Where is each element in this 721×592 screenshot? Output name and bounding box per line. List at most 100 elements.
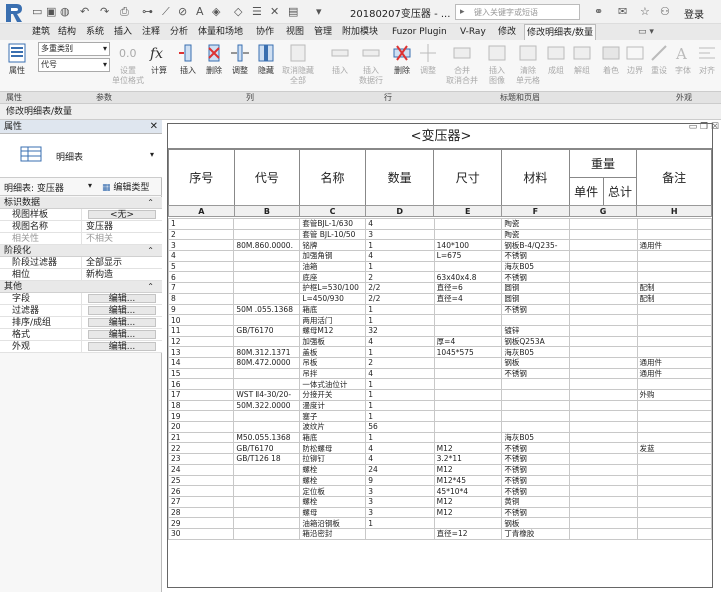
cell-code[interactable] bbox=[233, 250, 301, 262]
cell-seq[interactable]: 23 bbox=[168, 453, 235, 465]
sorting-edit-button[interactable]: 编辑... bbox=[88, 318, 156, 328]
header-code[interactable]: 代号 bbox=[233, 149, 301, 206]
cell-qty[interactable]: 1 bbox=[365, 314, 435, 326]
cell-material[interactable]: 圆钢 bbox=[501, 282, 571, 294]
cell-seq[interactable]: 28 bbox=[168, 506, 235, 519]
cell-material[interactable]: 不锈钢 bbox=[501, 250, 571, 262]
resize-column-button[interactable]: 调整 bbox=[228, 42, 252, 76]
tab-view[interactable]: 视图 bbox=[284, 24, 306, 40]
cell-name[interactable]: 铭牌 bbox=[299, 239, 367, 252]
resize-row-button[interactable]: 调整 bbox=[416, 42, 440, 76]
cell-name[interactable]: 螺栓 bbox=[299, 474, 367, 487]
cell-code[interactable] bbox=[233, 228, 301, 241]
schedule-title[interactable]: <变压器> bbox=[168, 124, 712, 149]
cell-name[interactable]: 一体式油位计 bbox=[299, 378, 367, 390]
cell-size[interactable]: 直径=12 bbox=[433, 527, 503, 540]
cell-qty[interactable]: 3 bbox=[365, 495, 435, 508]
cell-weight[interactable] bbox=[569, 453, 638, 465]
cell-weight[interactable] bbox=[569, 218, 638, 230]
cell-material[interactable]: 不锈钢 bbox=[501, 463, 571, 476]
cell-code[interactable] bbox=[233, 292, 301, 305]
tag-icon[interactable]: ⊘ bbox=[178, 5, 187, 18]
column-letter[interactable]: G bbox=[568, 205, 638, 217]
cell-weight[interactable] bbox=[569, 346, 638, 358]
cell-name[interactable]: 套管BJL-1/630 bbox=[299, 218, 367, 230]
properties-button[interactable]: 属性 bbox=[2, 42, 32, 76]
cell-size[interactable] bbox=[433, 228, 503, 241]
cell-code[interactable] bbox=[233, 527, 301, 540]
cell-weight[interactable] bbox=[569, 367, 638, 380]
cell-qty[interactable]: 1 bbox=[365, 346, 435, 358]
cell-name[interactable]: 防松螺母 bbox=[299, 442, 367, 455]
cell-code[interactable]: GB/T6170 bbox=[233, 442, 301, 455]
header-weight[interactable]: 重量 bbox=[568, 149, 638, 178]
cell-code[interactable]: 80M.312.1371 bbox=[233, 346, 301, 358]
cell-size[interactable] bbox=[433, 324, 503, 337]
tab-massing-site[interactable]: 体量和场地 bbox=[196, 24, 245, 40]
cell-weight[interactable] bbox=[569, 356, 638, 369]
tab-analyze[interactable]: 分析 bbox=[168, 24, 190, 40]
cell-material[interactable]: 不锈钢 bbox=[501, 303, 571, 316]
cell-name[interactable]: 箱底 bbox=[299, 431, 367, 444]
cell-qty[interactable]: 2/2 bbox=[365, 292, 435, 305]
cell-note[interactable] bbox=[636, 431, 712, 444]
cell-qty[interactable]: 4 bbox=[365, 335, 435, 348]
cell-size[interactable]: M12*45 bbox=[433, 474, 503, 487]
appearance-edit-button[interactable]: 编辑... bbox=[88, 342, 156, 352]
cell-code[interactable] bbox=[233, 421, 301, 433]
header-name[interactable]: 名称 bbox=[299, 149, 366, 206]
cell-note[interactable]: 配制 bbox=[636, 282, 712, 294]
cell-name[interactable]: 螺母M12 bbox=[299, 324, 367, 337]
sync-icon[interactable]: ◍ bbox=[60, 5, 70, 18]
insert-data-row-button[interactable]: 插入 数据行 bbox=[356, 42, 386, 86]
cell-weight[interactable] bbox=[569, 399, 638, 412]
column-letter[interactable]: A bbox=[168, 205, 235, 217]
cell-size[interactable] bbox=[433, 356, 503, 369]
header-size[interactable]: 尺寸 bbox=[433, 149, 503, 206]
cell-seq[interactable]: 17 bbox=[168, 389, 235, 401]
instance-selector[interactable]: 明细表: 变压器 bbox=[4, 181, 64, 194]
cell-name[interactable]: 箱底 bbox=[299, 303, 367, 316]
cell-weight[interactable] bbox=[569, 442, 638, 455]
header-seq[interactable]: 序号 bbox=[168, 149, 235, 206]
cell-qty[interactable]: 1 bbox=[365, 239, 435, 252]
fields-edit-button[interactable]: 编辑... bbox=[88, 294, 156, 304]
cell-qty[interactable]: 1 bbox=[365, 378, 435, 390]
cell-size[interactable] bbox=[433, 421, 503, 433]
cell-seq[interactable]: 25 bbox=[168, 474, 235, 487]
cell-weight[interactable] bbox=[569, 431, 638, 444]
cell-weight[interactable] bbox=[569, 527, 638, 540]
cell-note[interactable] bbox=[636, 218, 712, 230]
switch-windows-icon[interactable]: ▤ bbox=[288, 5, 298, 18]
undo-icon[interactable]: ↶ bbox=[80, 5, 89, 18]
open-icon[interactable]: ▭ bbox=[32, 5, 42, 18]
cell-seq[interactable]: 1 bbox=[168, 218, 235, 230]
save-icon[interactable]: ▣ bbox=[46, 5, 56, 18]
cell-material[interactable]: 不锈钢 bbox=[501, 453, 571, 465]
cell-size[interactable] bbox=[433, 303, 503, 316]
cell-seq[interactable]: 16 bbox=[168, 378, 235, 390]
cell-material[interactable]: 丁青橡胶 bbox=[501, 527, 571, 540]
chevron-down-icon[interactable]: ▾ bbox=[150, 150, 154, 159]
cell-note[interactable] bbox=[636, 228, 712, 241]
cell-name[interactable]: 两用活门 bbox=[299, 314, 367, 326]
cell-name[interactable]: 护框L=530/100 bbox=[299, 282, 367, 294]
cell-weight[interactable] bbox=[569, 485, 638, 497]
cell-qty[interactable]: 3 bbox=[365, 506, 435, 519]
cell-seq[interactable]: 15 bbox=[168, 367, 235, 380]
chevron-down-icon[interactable]: ▾ bbox=[88, 181, 92, 190]
tab-insert[interactable]: 插入 bbox=[112, 24, 134, 40]
cell-note[interactable] bbox=[636, 527, 712, 540]
cell-weight[interactable] bbox=[569, 421, 638, 433]
cell-note[interactable] bbox=[636, 453, 712, 465]
cell-size[interactable]: 厚=4 bbox=[433, 335, 503, 348]
cell-seq[interactable]: 14 bbox=[168, 356, 235, 369]
cell-seq[interactable]: 27 bbox=[168, 495, 235, 508]
cell-name[interactable]: 漫度计 bbox=[299, 399, 367, 412]
cell-material[interactable]: 陶瓷 bbox=[501, 228, 571, 241]
cell-seq[interactable]: 10 bbox=[168, 314, 235, 326]
type-selector[interactable]: 明细表 ▾ bbox=[0, 134, 162, 178]
cell-material[interactable]: 不锈钢 bbox=[501, 474, 571, 487]
header-note[interactable]: 备注 bbox=[636, 149, 712, 206]
cell-material[interactable]: 钢板Q253A bbox=[501, 335, 571, 348]
